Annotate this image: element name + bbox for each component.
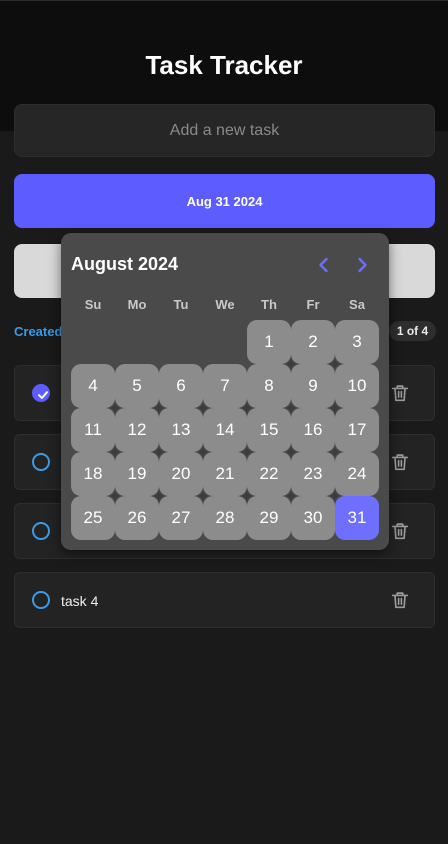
page-title: Task Tracker	[145, 50, 303, 80]
sparkle-decoration-icon	[285, 446, 297, 458]
task-label: task 4	[61, 593, 99, 609]
sparkle-decoration-icon	[109, 490, 121, 502]
sparkle-decoration-icon	[197, 490, 209, 502]
check-icon	[38, 391, 48, 399]
sparkle-decoration-icon	[197, 402, 209, 414]
calendar-day[interactable]: 3	[335, 320, 379, 364]
sparkle-decoration-icon	[109, 446, 121, 458]
trash-icon[interactable]	[389, 589, 411, 611]
calendar-day[interactable]: 26	[115, 496, 159, 540]
task-row: task 4	[14, 572, 435, 628]
sparkle-decoration-icon	[153, 490, 165, 502]
sparkle-decoration-icon	[329, 402, 341, 414]
task-checkbox-checked-icon[interactable]	[32, 384, 50, 402]
sparkle-decoration-icon	[285, 402, 297, 414]
sort-by-created-link[interactable]: Created	[14, 324, 62, 339]
weekday-label: Su	[84, 297, 102, 312]
weekday-label: Th	[261, 297, 277, 312]
weekday-label: Mo	[127, 297, 147, 312]
calendar-day-selected[interactable]: 31	[335, 496, 379, 540]
weekday-label: Sa	[349, 297, 365, 312]
sparkle-decoration-icon	[241, 402, 253, 414]
trash-icon[interactable]	[389, 520, 411, 542]
sparkle-decoration-icon	[329, 490, 341, 502]
sparkle-decoration-icon	[285, 490, 297, 502]
calendar-day[interactable]: 10	[335, 364, 379, 408]
sparkle-decoration-icon	[329, 446, 341, 458]
new-task-input[interactable]	[14, 104, 435, 157]
calendar-month-label: August 2024	[71, 254, 179, 274]
calendar-day[interactable]: 29	[247, 496, 291, 540]
chevron-right-icon[interactable]	[352, 255, 372, 275]
trash-icon[interactable]	[389, 451, 411, 473]
weekday-label: Tu	[173, 297, 189, 312]
date-picker-popup: August 2024 Su Mo Tu We Th Fr Sa 1 2 3 4 5 6 7 8 9 10 11…	[61, 233, 389, 550]
sparkle-decoration-icon	[109, 402, 121, 414]
due-date-button[interactable]: Aug 31 2024	[14, 174, 435, 228]
calendar-day[interactable]: 27	[159, 496, 203, 540]
calendar-day[interactable]: 28	[203, 496, 247, 540]
sparkle-decoration-icon	[285, 358, 297, 370]
trash-icon[interactable]	[389, 382, 411, 404]
weekday-label: Fr	[306, 297, 320, 312]
sparkle-decoration-icon	[153, 402, 165, 414]
sparkle-decoration-icon	[241, 446, 253, 458]
weekday-label: We	[215, 297, 235, 312]
calendar-day[interactable]: 17	[335, 408, 379, 452]
calendar-day[interactable]: 24	[335, 452, 379, 496]
sparkle-decoration-icon	[197, 446, 209, 458]
calendar-day[interactable]: 25	[71, 496, 115, 540]
task-checkbox-icon[interactable]	[32, 453, 50, 471]
pagination-badge: 1 of 4	[389, 321, 436, 341]
chevron-left-icon[interactable]	[314, 255, 334, 275]
task-checkbox-icon[interactable]	[32, 591, 50, 609]
calendar-day[interactable]: 30	[291, 496, 335, 540]
task-checkbox-icon[interactable]	[32, 522, 50, 540]
sparkle-decoration-icon	[153, 446, 165, 458]
sparkle-decoration-icon	[241, 490, 253, 502]
sparkle-decoration-icon	[329, 358, 341, 370]
